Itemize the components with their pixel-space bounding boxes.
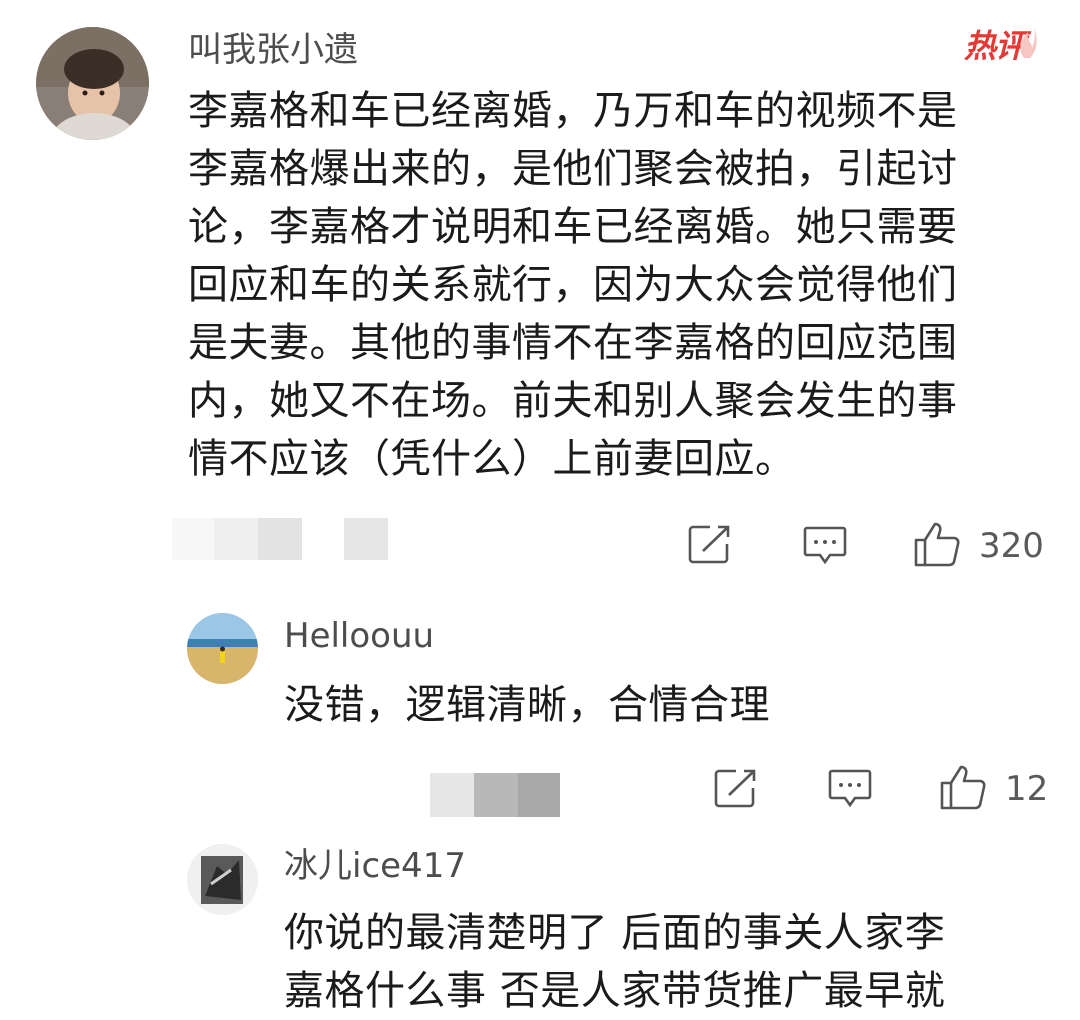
comment-icon (803, 526, 847, 565)
reply-text: 没错，逻辑清晰，合情合理 (284, 682, 770, 728)
thumbs-up-icon (940, 765, 986, 810)
share-button[interactable] (714, 768, 758, 808)
like-button[interactable]: 320 (913, 520, 1053, 568)
avatar-child-photo (36, 27, 149, 140)
comment-icon (828, 769, 872, 808)
comment-text-line: 内，她又不在场。前夫和别人聚会发生的事 (188, 378, 958, 424)
comment-text-line: 李嘉格爆出来的，是他们聚会被拍，引起讨 (188, 146, 958, 192)
reply-text-line: 你说的最清楚明了 后面的事关人家李 (284, 910, 946, 956)
reply-username[interactable]: 冰儿ice417 (284, 846, 466, 886)
share-icon (688, 525, 730, 564)
comment-text: 李嘉格和车已经离婚，乃万和车的视频不是 李嘉格爆出来的，是他们聚会被拍，引起讨 … (188, 82, 1058, 488)
comment-text-line: 回应和车的关系就行，因为大众会觉得他们 (188, 262, 958, 308)
reply-text-line: 嘉格什么事 否是人家带货推广最早就 (284, 968, 946, 1014)
avatar-bw-photo (187, 844, 258, 915)
avatar[interactable] (187, 844, 258, 915)
avatar[interactable] (187, 613, 258, 684)
reply-text: 你说的最清楚明了 后面的事关人家李 嘉格什么事 否是人家带货推广最早就 (284, 904, 1064, 1020)
like-button[interactable]: 12 (939, 763, 1049, 811)
share-icon (714, 769, 756, 808)
reply-button[interactable] (828, 768, 872, 810)
reply-username[interactable]: Helloouu (284, 616, 434, 656)
thumbs-up-icon (914, 522, 960, 567)
redacted-meta (430, 773, 560, 817)
like-count: 12 (1005, 769, 1049, 809)
comment-text-line: 论，李嘉格才说明和车已经离婚。她只需要 (188, 204, 958, 250)
comment-username[interactable]: 叫我张小遗 (188, 30, 358, 70)
reply-button[interactable] (803, 525, 847, 567)
flame-icon (1020, 28, 1037, 58)
comment-text-line: 李嘉格和车已经离婚，乃万和车的视频不是 (188, 88, 958, 134)
avatar[interactable] (36, 27, 149, 140)
comment-text-line: 是夫妻。其他的事情不在李嘉格的回应范围 (188, 320, 958, 366)
like-count: 320 (979, 526, 1044, 566)
share-button[interactable] (688, 524, 732, 564)
redacted-meta (172, 518, 392, 560)
comment-text-line: 情不应该（凭什么）上前妻回应。 (188, 436, 796, 482)
avatar-landscape-photo (187, 613, 258, 684)
